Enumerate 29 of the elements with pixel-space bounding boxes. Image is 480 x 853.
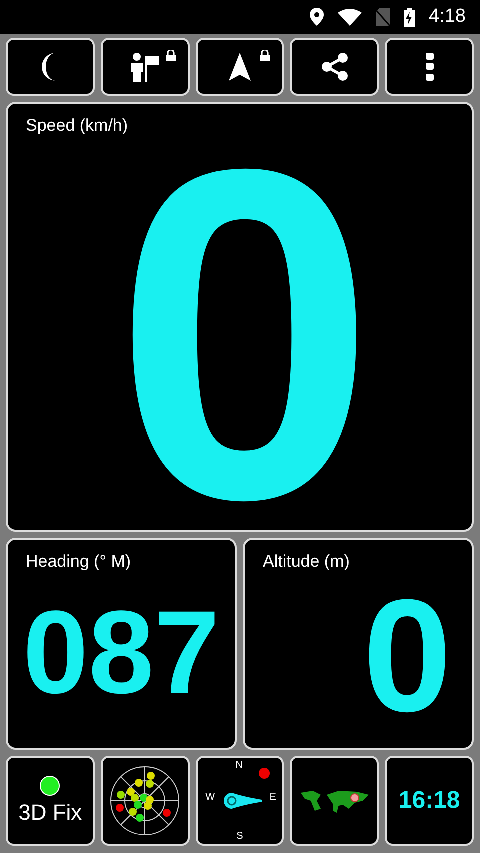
compass-needle-icon [224,792,262,810]
share-button[interactable] [290,38,380,96]
menu-icon [426,53,434,81]
marker-dot-icon [259,768,270,779]
wifi-icon [338,8,362,26]
fix-label: 3D Fix [18,800,82,826]
heading-value: 087 [23,594,220,712]
clock-time: 16:18 [398,787,460,815]
compass-south: S [236,831,244,842]
waypoint-button[interactable] [100,38,190,96]
location-icon [310,8,324,26]
person-flag-icon [130,52,160,82]
share-icon [320,53,349,81]
altitude-value: 0 [363,576,452,736]
night-mode-button[interactable] [6,38,95,96]
lock-icon [260,50,270,61]
heading-label: Heading (° M) [26,552,132,572]
compass-west: W [206,792,216,803]
navigation-arrow-icon [228,53,251,81]
compass-east: E [270,792,276,803]
compass-north: N [236,760,243,771]
navigate-button[interactable] [196,38,284,96]
no-signal-icon [376,8,390,26]
speed-label: Speed (km/h) [26,116,128,136]
lock-icon [166,50,176,61]
menu-button[interactable] [385,38,474,96]
clock-time: 4:18 [429,6,466,28]
altitude-label: Altitude (m) [263,552,350,572]
battery-icon [404,8,416,26]
